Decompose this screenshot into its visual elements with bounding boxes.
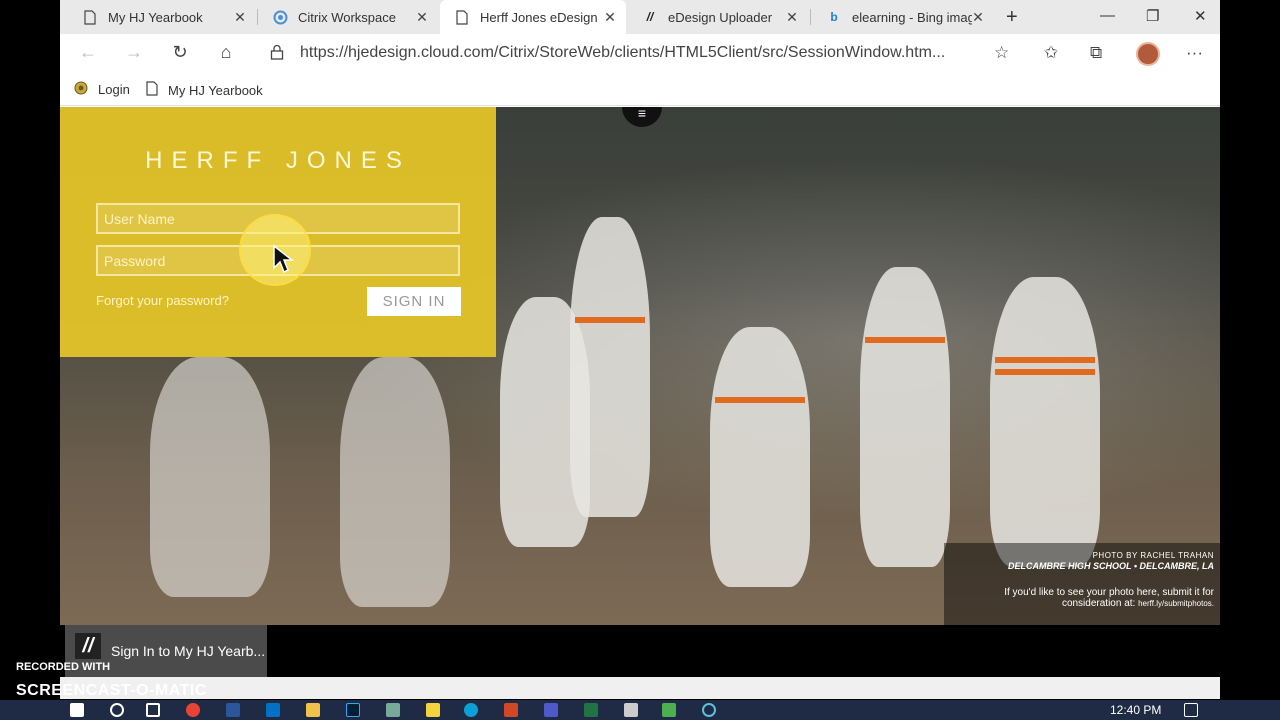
outlook-icon[interactable] [266, 703, 280, 717]
more-menu-icon[interactable]: ··· [1186, 43, 1203, 63]
tab-strip: My HJ Yearbook ✕ Citrix Workspace ✕ Herf… [60, 0, 1220, 34]
sticky-notes-icon[interactable] [426, 703, 440, 717]
submit-photos-link[interactable]: herff.ly/submitphotos. [1138, 599, 1214, 608]
credit-photographer: PHOTO BY RACHEL TRAHAN [1092, 551, 1214, 560]
screencast-icon[interactable] [702, 703, 716, 717]
teams-icon[interactable] [544, 703, 558, 717]
page-icon [146, 81, 158, 99]
bing-icon: b [830, 10, 838, 24]
bookmark-label: My HJ Yearbook [168, 82, 263, 98]
globe-icon [74, 81, 88, 98]
credit-school: DELCAMBRE HIGH SCHOOL • DELCAMBRE, LA [1008, 561, 1214, 571]
close-icon[interactable]: ✕ [784, 9, 800, 26]
windows-taskbar: 12:40 PM [0, 700, 1280, 720]
back-arrow-icon[interactable]: ← [76, 42, 100, 63]
system-clock[interactable]: 12:40 PM [1110, 703, 1161, 717]
close-icon[interactable]: ✕ [970, 9, 986, 26]
status-strip [60, 677, 1220, 699]
notifications-icon[interactable] [1184, 703, 1198, 717]
bookmark-login[interactable]: Login [74, 81, 130, 98]
minimize-icon[interactable]: — [1100, 7, 1115, 24]
tab-my-hj-yearbook[interactable]: My HJ Yearbook ✕ [68, 0, 256, 34]
avatar[interactable] [1136, 42, 1160, 66]
photoshop-icon[interactable] [346, 703, 360, 717]
refresh-icon[interactable]: ↻ [168, 42, 192, 63]
close-icon[interactable]: ✕ [232, 9, 248, 26]
restore-icon[interactable]: ❐ [1146, 7, 1159, 25]
hamburger-menu-icon[interactable]: ≡ [622, 107, 662, 127]
url-field[interactable]: https://hjedesign.cloud.com/Citrix/Store… [300, 44, 945, 62]
star-favorite-icon[interactable]: ☆ [994, 43, 1009, 63]
bookmarks-bar: Login My HJ Yearbook [60, 74, 1220, 106]
app-icon[interactable] [386, 703, 400, 717]
brand-logo: HERFF JONES [145, 147, 411, 174]
powerpoint-icon[interactable] [504, 703, 518, 717]
citrix-icon [272, 9, 288, 25]
recorded-with-label: RECORDED WITH [16, 661, 111, 673]
lock-icon[interactable] [270, 44, 284, 60]
tab-label: Citrix Workspace [298, 9, 397, 25]
app-icon[interactable] [662, 703, 676, 717]
tab-citrix-workspace[interactable]: Citrix Workspace ✕ [258, 0, 438, 34]
tab-divider [810, 9, 811, 25]
chrome-icon[interactable] [186, 703, 200, 717]
search-icon[interactable] [110, 703, 124, 717]
store-icon[interactable] [624, 703, 638, 717]
login-panel: HERFF JONES Forgot your password? SIGN I… [60, 107, 496, 357]
address-bar-row: ← → ↻ ⌂ https://hjedesign.cloud.com/Citr… [60, 34, 1220, 74]
close-icon[interactable]: ✕ [602, 9, 618, 26]
tab-elearning-bing[interactable]: b elearning - Bing imag ✕ [812, 0, 994, 34]
page-icon [454, 9, 470, 25]
excel-icon[interactable] [584, 703, 598, 717]
page-icon [82, 9, 98, 25]
tab-label: My HJ Yearbook [108, 9, 203, 25]
page-content: ≡ HERFF JONES Forgot your password? SIGN… [60, 107, 1220, 625]
collections-icon[interactable]: ⧉ [1090, 43, 1102, 63]
edge-icon[interactable] [464, 703, 478, 717]
folder-icon[interactable] [306, 703, 320, 717]
tab-edesign-uploader[interactable]: // eDesign Uploader ✕ [628, 0, 808, 34]
bookmark-label: Login [98, 82, 130, 97]
forgot-password-link[interactable]: Forgot your password? [96, 293, 229, 308]
forward-arrow-icon[interactable]: → [122, 42, 146, 63]
mouse-pointer-icon [273, 244, 294, 274]
new-tab-plus-icon[interactable]: + [1006, 6, 1018, 29]
hj-logo-icon: // [646, 10, 654, 24]
close-window-icon[interactable]: ✕ [1194, 7, 1207, 25]
home-icon[interactable]: ⌂ [214, 42, 238, 63]
tab-label: Herff Jones eDesign [480, 9, 598, 25]
preview-label: Sign In to My HJ Yearb... [111, 643, 266, 659]
tab-herff-jones-edesign[interactable]: Herff Jones eDesign ✕ [440, 0, 626, 34]
credit-consideration: consideration at: herff.ly/submitphotos. [944, 598, 1214, 609]
credit-consideration-label: consideration at: [1061, 598, 1136, 609]
hj-logo-icon: // [75, 633, 101, 659]
task-view-icon[interactable] [146, 703, 160, 717]
sign-in-button[interactable]: SIGN IN [367, 287, 461, 316]
tab-label: eDesign Uploader [668, 9, 773, 25]
bookmark-my-hj-yearbook[interactable]: My HJ Yearbook [146, 81, 263, 99]
favorites-list-icon[interactable]: ✩ [1044, 43, 1058, 63]
tab-label: elearning - Bing imag [852, 9, 972, 25]
screencast-logo: SCREENCAST-O-MATIC [16, 682, 207, 699]
browser-window: My HJ Yearbook ✕ Citrix Workspace ✕ Herf… [60, 0, 1220, 625]
photo-credit: PHOTO BY RACHEL TRAHAN DELCAMBRE HIGH SC… [944, 543, 1220, 625]
credit-submit-text: If you'd like to see your photo here, su… [1004, 587, 1214, 598]
word-icon[interactable] [226, 703, 240, 717]
windows-start-icon[interactable] [70, 703, 84, 717]
close-icon[interactable]: ✕ [414, 9, 430, 26]
